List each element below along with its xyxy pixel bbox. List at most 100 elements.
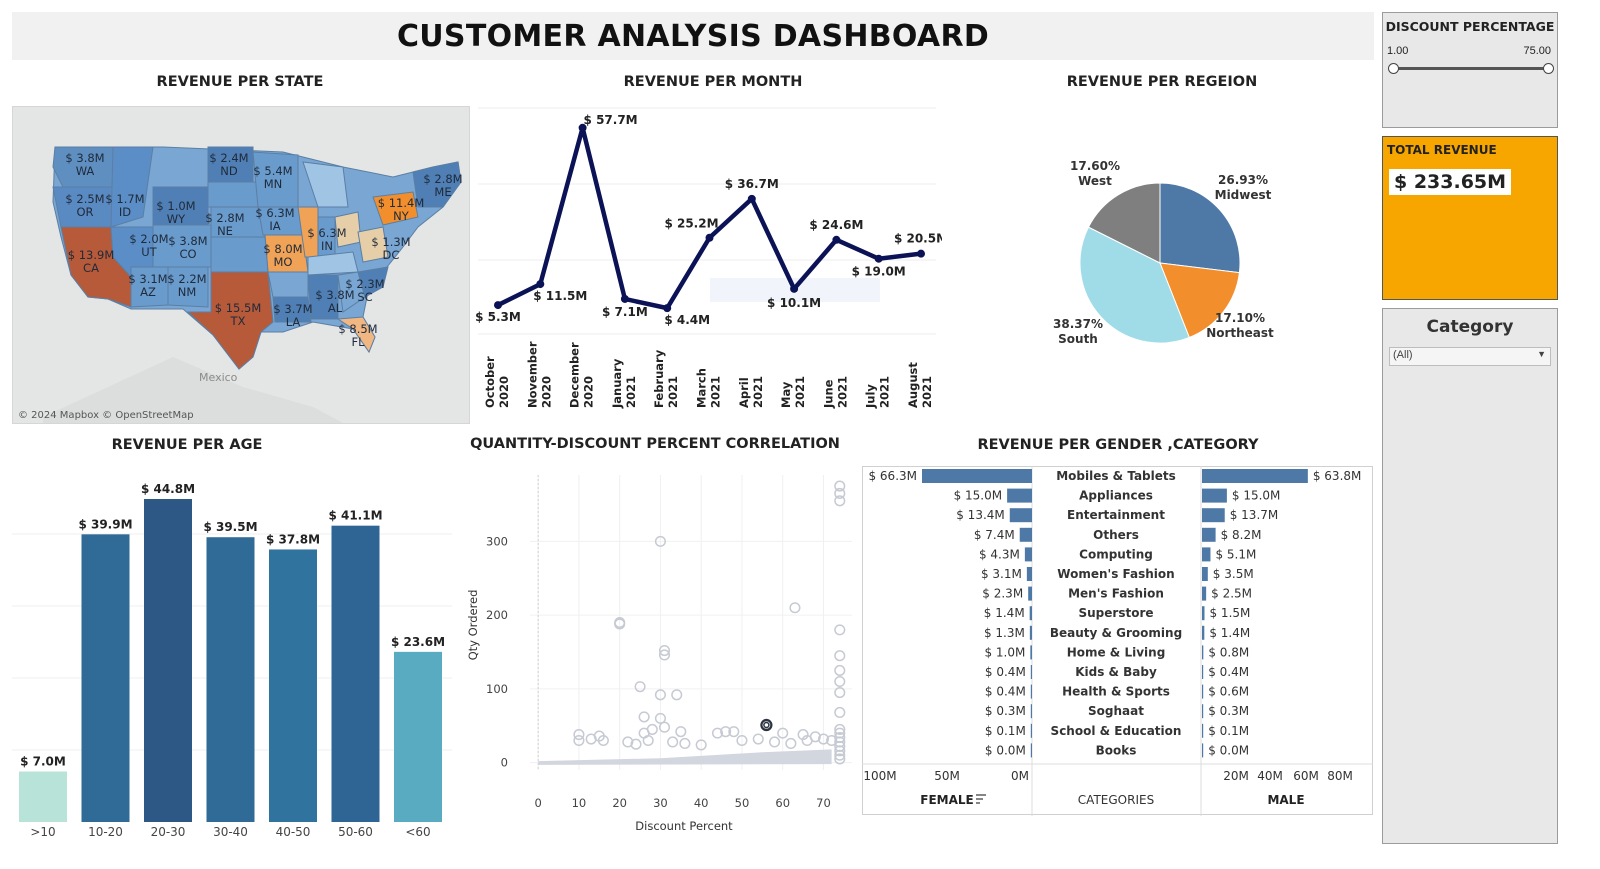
scatter-point[interactable] — [638, 711, 650, 723]
female-axis-tick: 0M — [1011, 769, 1029, 783]
male-bar[interactable] — [1202, 684, 1204, 699]
category-dropdown[interactable]: (All) ▼ — [1389, 347, 1551, 366]
male-bar[interactable] — [1202, 625, 1205, 640]
scatter-point[interactable] — [834, 495, 846, 507]
age-bar[interactable] — [269, 549, 317, 822]
female-bar[interactable] — [1030, 743, 1032, 758]
state-value-label: $ 11.4M — [378, 196, 425, 210]
female-bar[interactable] — [1024, 547, 1032, 562]
female-bar[interactable] — [1030, 723, 1032, 738]
sort-icon[interactable] — [976, 794, 986, 804]
male-bar[interactable] — [1202, 586, 1207, 601]
category-label: Mobiles & Tablets — [1056, 469, 1176, 483]
scatter-point[interactable] — [679, 737, 691, 750]
male-bar[interactable] — [1202, 723, 1204, 738]
male-bar[interactable] — [1202, 508, 1225, 523]
state-value-label: $ 13.9M — [68, 248, 115, 262]
female-bar[interactable] — [1007, 488, 1032, 503]
chevron-down-icon[interactable]: ▼ — [1537, 349, 1546, 359]
month-point[interactable] — [663, 304, 672, 313]
scatter-point[interactable] — [785, 737, 797, 750]
female-bar[interactable] — [1030, 684, 1032, 699]
month-point[interactable] — [620, 294, 629, 303]
state-code-label: NM — [178, 285, 197, 299]
scatter-point[interactable] — [834, 650, 846, 662]
male-value-label: $ 13.7M — [1230, 508, 1279, 522]
month-point[interactable] — [874, 254, 883, 263]
age-bar[interactable] — [331, 525, 380, 822]
female-value-label: $ 15.0M — [954, 489, 1003, 503]
male-header[interactable]: MALE — [1267, 793, 1304, 807]
scatter-point[interactable] — [642, 734, 654, 747]
scatter-point[interactable] — [834, 624, 846, 636]
scatter-point[interactable] — [834, 675, 846, 688]
discount-slider-max-handle[interactable] — [1543, 63, 1554, 74]
state-value-label: $ 2.2M — [167, 272, 206, 286]
female-bar[interactable] — [1029, 625, 1032, 640]
month-tick-label: April2021 — [737, 376, 765, 408]
discount-slider-track[interactable] — [1393, 67, 1549, 70]
age-bar[interactable] — [144, 499, 192, 822]
scatter-point[interactable] — [769, 736, 781, 748]
male-bar[interactable] — [1202, 527, 1216, 542]
male-bar[interactable] — [1202, 606, 1205, 621]
male-bar[interactable] — [1202, 645, 1204, 660]
state-code-label: ME — [434, 185, 451, 199]
state-code-label: IN — [321, 239, 333, 253]
month-point[interactable] — [832, 235, 841, 244]
state-code-label: IA — [269, 219, 280, 233]
discount-slider-min-handle[interactable] — [1388, 63, 1399, 74]
month-point[interactable] — [747, 194, 756, 203]
month-point[interactable] — [917, 249, 925, 258]
male-bar[interactable] — [1202, 567, 1208, 581]
month-point[interactable] — [494, 301, 502, 310]
male-axis-tick: 60M — [1293, 769, 1319, 783]
male-bar[interactable] — [1202, 665, 1204, 679]
scatter-point[interactable] — [667, 736, 679, 748]
female-bar[interactable] — [1026, 567, 1032, 581]
scatter-chart-title: QUANTITY-DISCOUNT PERCENT CORRELATION — [470, 436, 840, 452]
month-value-label: $ 36.7M — [725, 177, 779, 191]
scatter-point[interactable] — [675, 726, 687, 738]
male-bar[interactable] — [1202, 488, 1227, 503]
state-map[interactable]: $ 3.8M WA $ 2.5M OR $ 1.7M ID $ 13.9M CA $ 2.0M U… — [12, 106, 470, 424]
male-value-label: $ 8.2M — [1221, 528, 1262, 542]
scatter-point[interactable] — [834, 664, 846, 676]
female-bar[interactable] — [1028, 586, 1032, 601]
female-bar[interactable] — [1030, 665, 1032, 679]
categories-header: CATEGORIES — [1078, 793, 1154, 807]
male-bar[interactable] — [1202, 743, 1204, 758]
female-bar[interactable] — [1009, 508, 1032, 523]
scatter-point[interactable] — [634, 681, 646, 693]
state-value-label: $ 2.5M — [65, 192, 104, 206]
age-bar-chart: $ 7.0M >10 $ 39.9M 10-20 $ 44.8M 20-30 $ 39.5M… — [12, 482, 452, 839]
female-bar[interactable] — [922, 469, 1032, 483]
male-bar[interactable] — [1202, 469, 1308, 483]
month-point[interactable] — [790, 284, 799, 293]
state-code-label: CA — [83, 261, 99, 275]
scatter-y-tick: 300 — [486, 534, 508, 548]
female-bar[interactable] — [1019, 527, 1032, 542]
age-bar[interactable] — [206, 537, 255, 822]
scatter-point[interactable] — [834, 706, 846, 719]
pie-percent-label: 26.93% — [1218, 173, 1268, 187]
scatter-x-tick: 30 — [653, 796, 668, 810]
male-bar[interactable] — [1202, 704, 1204, 719]
female-value-label: $ 7.4M — [974, 528, 1015, 542]
month-point[interactable] — [705, 233, 714, 242]
scatter-point[interactable] — [671, 689, 683, 701]
month-point[interactable] — [536, 280, 545, 289]
scatter-point[interactable] — [752, 733, 764, 745]
male-bar[interactable] — [1202, 547, 1211, 562]
female-bar[interactable] — [1030, 645, 1032, 660]
scatter-point[interactable] — [658, 721, 671, 733]
female-bar[interactable] — [1030, 704, 1032, 719]
age-bar[interactable] — [19, 771, 67, 822]
age-bar[interactable] — [81, 534, 130, 822]
scatter-point[interactable] — [789, 602, 801, 614]
age-bar[interactable] — [394, 651, 442, 822]
female-bar[interactable] — [1029, 606, 1032, 621]
age-bar-value-label: $ 37.8M — [266, 532, 320, 546]
age-category-label: 20-30 — [151, 825, 186, 839]
female-header[interactable]: FEMALE — [920, 793, 973, 807]
